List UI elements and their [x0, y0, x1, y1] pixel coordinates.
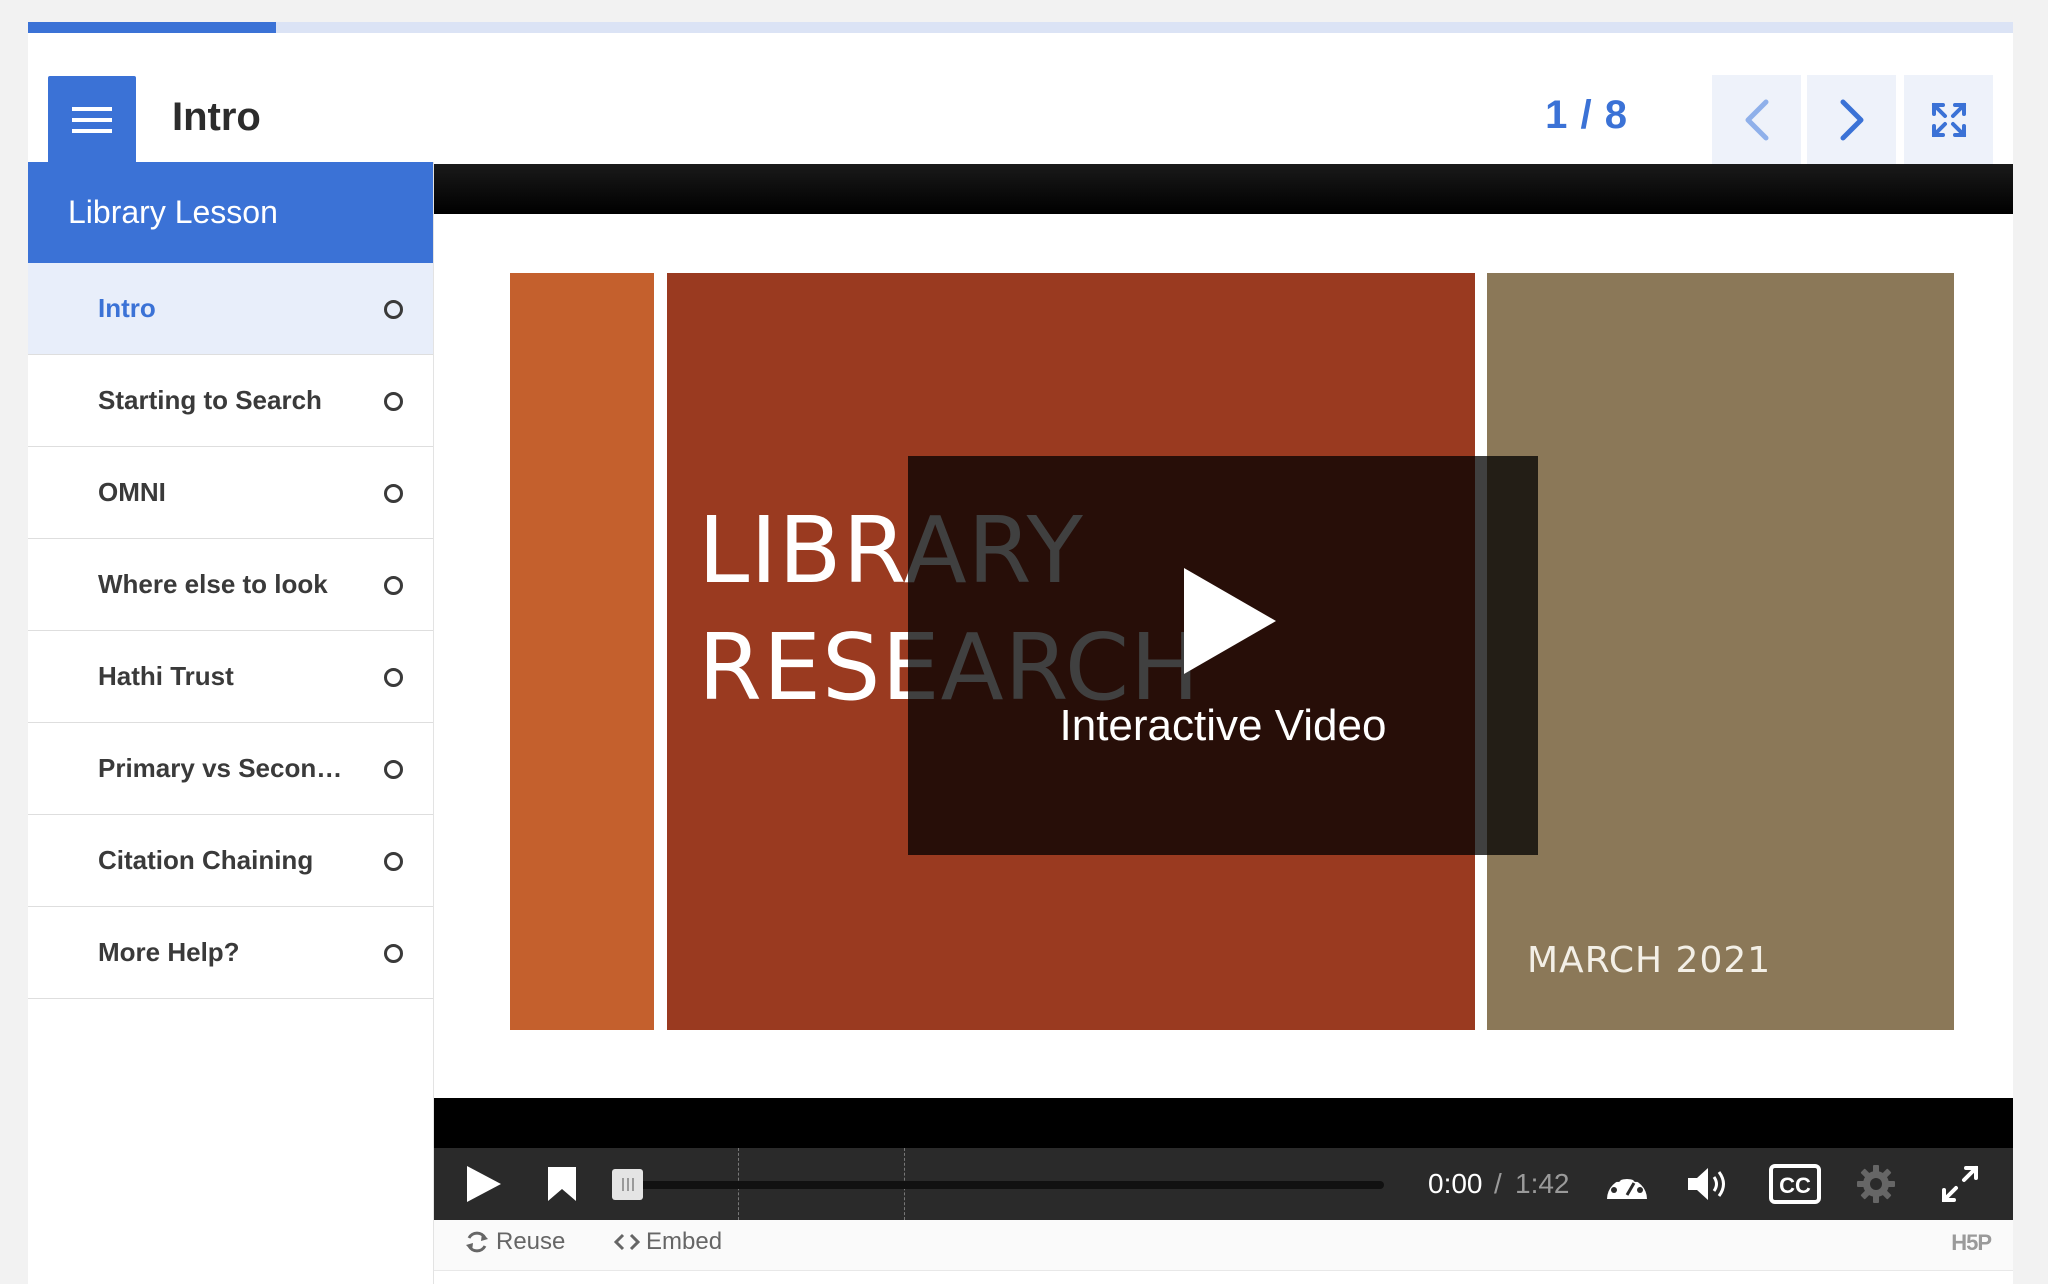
page-title: Intro [172, 95, 261, 139]
circle-icon [384, 575, 403, 595]
play-icon [467, 1166, 501, 1202]
video-letterbox-bottom [434, 1098, 2013, 1148]
sidebar-item-starting-to-search[interactable]: Starting to Search [28, 355, 433, 447]
sidebar-item-label: More Help? [98, 937, 240, 967]
svg-text:CC: CC [1779, 1173, 1811, 1198]
fullscreen-button[interactable] [1904, 75, 1993, 164]
playback-rate-button[interactable] [1602, 1162, 1652, 1206]
refresh-icon [466, 1231, 488, 1253]
time-total: 1:42 [1515, 1168, 1570, 1199]
reuse-label: Reuse [496, 1228, 566, 1255]
play-button[interactable] [462, 1164, 506, 1204]
h5p-course-presentation: Intro 1 / 8 Library Lesson Intro Startin… [28, 22, 2013, 1284]
circle-icon [384, 483, 403, 503]
volume-icon [1688, 1168, 1725, 1200]
sidebar-item-label: Hathi Trust [98, 661, 234, 691]
slide-date: MARCH 2021 [1527, 940, 1772, 981]
circle-icon [384, 391, 403, 411]
sidebar-item-label: Primary vs Secondary Sources [98, 753, 358, 783]
bookmark-icon [548, 1167, 576, 1201]
circle-icon [384, 667, 403, 687]
video-frame[interactable]: LIBRARY RESEARCH MARCH 2021 Interactive … [434, 214, 2013, 1098]
h5p-actions-bar: Reuse Embed H5P [434, 1220, 2013, 1271]
chevron-left-icon [1745, 99, 1768, 140]
sidebar-item-where-else-to-look[interactable]: Where else to look [28, 539, 433, 631]
closed-captions-icon: CC [1769, 1164, 1821, 1204]
video-controls: 0:00 / 1:42 CC [434, 1148, 2013, 1220]
speedometer-icon [1607, 1172, 1647, 1199]
time-current: 0:00 [1428, 1168, 1483, 1199]
h5p-logo[interactable]: H5P [1951, 1230, 1992, 1256]
sidebar-item-label: Starting to Search [98, 385, 322, 415]
bookmarks-button[interactable] [544, 1164, 580, 1204]
overlay-label: Interactive Video [1059, 701, 1387, 750]
sidebar-item-citation-chaining[interactable]: Citation Chaining [28, 815, 433, 907]
sidebar-item-hathi-trust[interactable]: Hathi Trust [28, 631, 433, 723]
chapter-progress-fill [28, 22, 277, 33]
play-icon [1184, 568, 1276, 674]
circle-icon [384, 759, 403, 779]
video-fullscreen-button[interactable] [1936, 1162, 1984, 1206]
captions-button[interactable]: CC [1768, 1162, 1822, 1206]
embed-button[interactable]: Embed [614, 1228, 722, 1256]
start-video-overlay[interactable]: Interactive Video [908, 456, 1538, 855]
code-icon [614, 1233, 640, 1251]
hamburger-icon [72, 107, 112, 133]
chapter-progress-bar [28, 22, 2013, 33]
time-separator: / [1494, 1168, 1502, 1199]
menu-button[interactable] [48, 76, 136, 164]
next-page-button[interactable] [1807, 75, 1896, 164]
sidebar-item-intro[interactable]: Intro [28, 263, 433, 355]
slide-brown-block [1487, 273, 1954, 1030]
chapter-sidebar: Library Lesson Intro Starting to Search … [28, 162, 434, 1284]
sidebar-title: Library Lesson [28, 162, 433, 263]
reuse-button[interactable]: Reuse [464, 1228, 565, 1256]
sidebar-item-label: Citation Chaining [98, 845, 314, 875]
circle-icon [384, 851, 403, 871]
seek-bar[interactable] [624, 1181, 1384, 1189]
previous-page-button[interactable] [1712, 75, 1801, 164]
chapter-list: Intro Starting to Search OMNI Where else… [28, 263, 433, 999]
settings-button[interactable] [1852, 1162, 1900, 1206]
circle-icon [384, 943, 403, 963]
chevron-right-icon [1840, 99, 1863, 140]
sidebar-item-label: Intro [98, 293, 156, 323]
sidebar-item-label: Where else to look [98, 569, 328, 599]
sidebar-item-primary-vs-secondary[interactable]: Primary vs Secondary Sources [28, 723, 433, 815]
embed-label: Embed [646, 1228, 723, 1255]
video-letterbox-top [434, 164, 2013, 214]
seek-handle[interactable] [612, 1169, 643, 1200]
fullscreen-icon [1931, 102, 1966, 137]
sidebar-item-omni[interactable]: OMNI [28, 447, 433, 539]
volume-button[interactable] [1684, 1162, 1734, 1206]
sidebar-item-more-help[interactable]: More Help? [28, 907, 433, 999]
gear-icon [1857, 1165, 1895, 1203]
sidebar-item-label: OMNI [98, 477, 166, 507]
slide-orange-block [510, 273, 654, 1030]
page-counter: 1 / 8 [1545, 93, 1628, 137]
expand-icon [1942, 1166, 1978, 1202]
interactive-video: LIBRARY RESEARCH MARCH 2021 Interactive … [434, 164, 2013, 1284]
circle-icon [384, 299, 403, 319]
